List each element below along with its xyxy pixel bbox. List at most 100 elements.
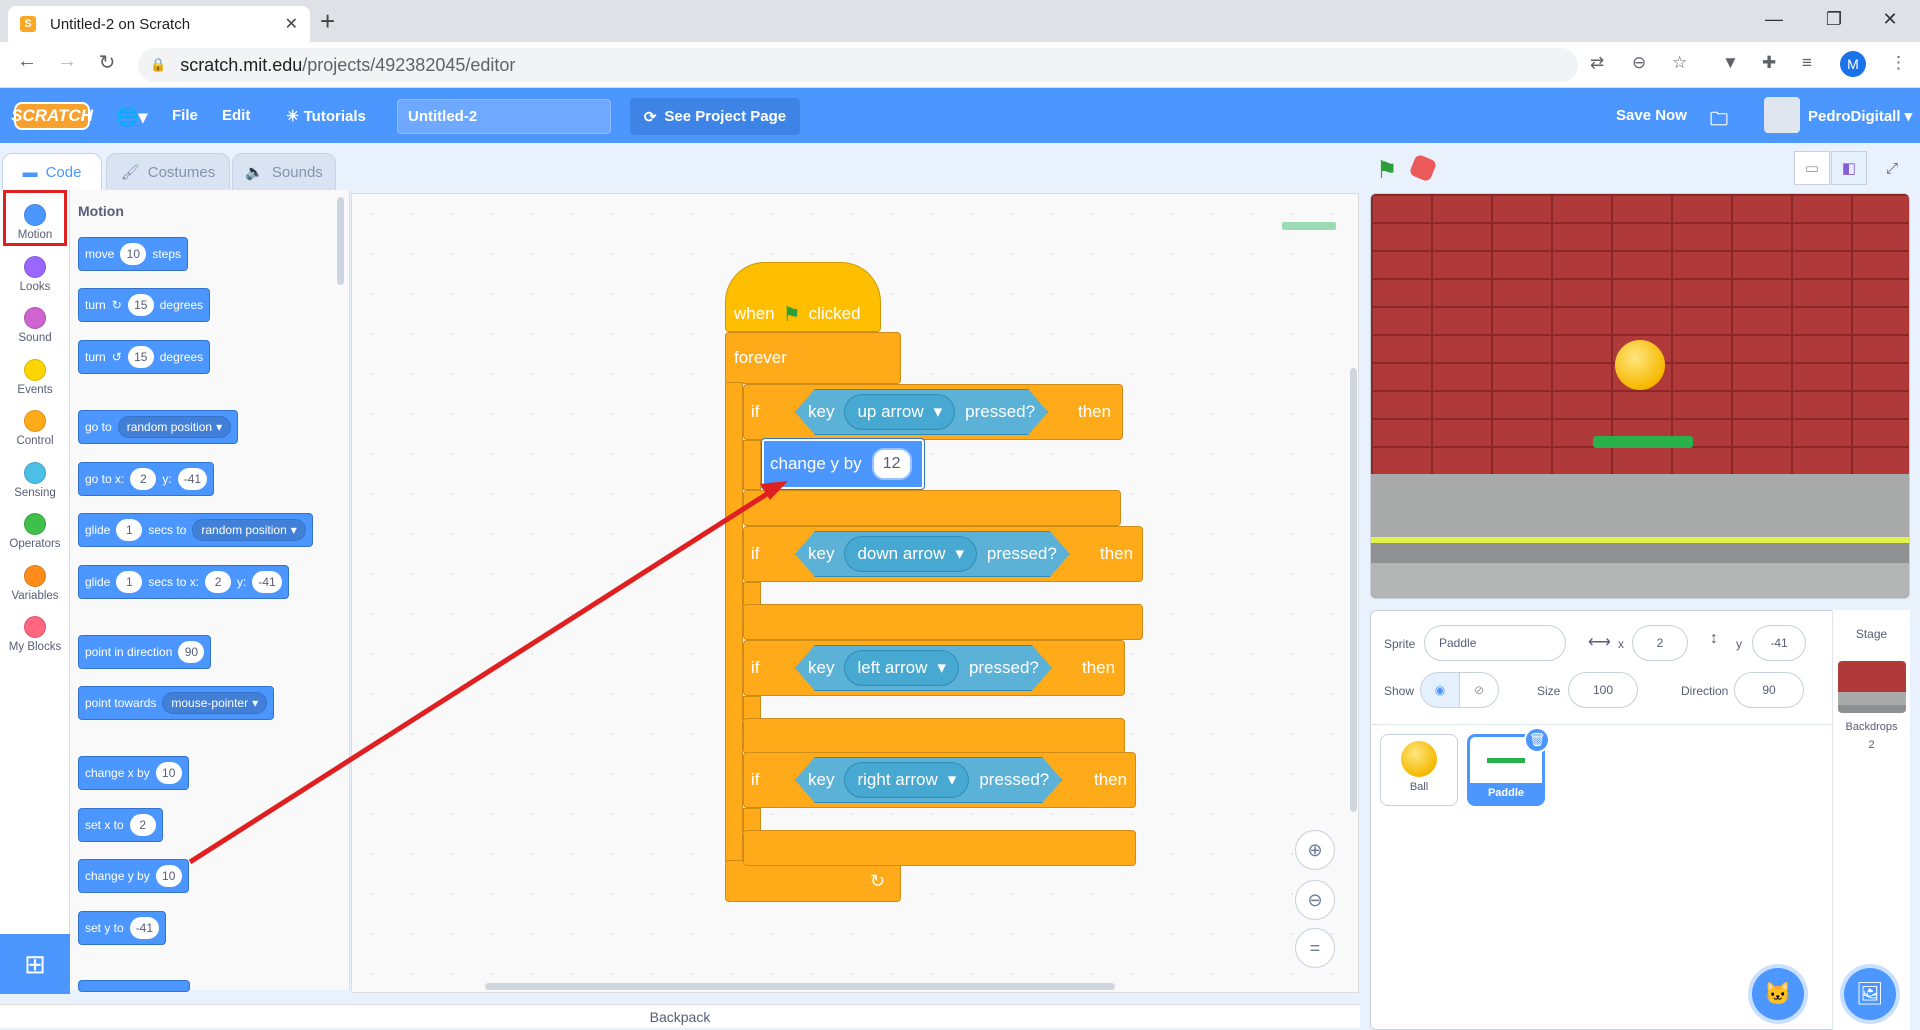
extension-v-icon[interactable]: ▼	[1722, 53, 1739, 73]
stage-selector[interactable]: Stage Backdrops 2	[1832, 610, 1910, 1030]
user-avatar[interactable]	[1764, 97, 1800, 133]
see-project-page-button[interactable]: ⟳ See Project Page	[630, 98, 800, 135]
block-dropdown[interactable]: random position ▾	[192, 519, 306, 541]
key-dropdown[interactable]: down arrow ▾	[844, 536, 976, 572]
delete-sprite-icon[interactable]: 🗑	[1524, 727, 1550, 753]
zoom-icon[interactable]: ⊖	[1632, 53, 1646, 73]
add-backdrop-button[interactable]: 🖼	[1844, 968, 1896, 1020]
category-sound[interactable]: Sound	[0, 301, 70, 351]
partial-block[interactable]	[78, 980, 190, 992]
key-dropdown[interactable]: up arrow ▾	[844, 394, 955, 430]
y-input[interactable]: -41	[1752, 625, 1806, 661]
zoom-out-icon[interactable]: ⊖	[1295, 880, 1335, 920]
category-variables[interactable]: Variables	[0, 559, 70, 609]
project-title-input[interactable]: Untitled-2	[397, 99, 611, 134]
add-extension-button[interactable]: ⊞	[0, 934, 70, 994]
browser-menu-icon[interactable]: ⋮	[1890, 53, 1907, 73]
hide-eye-icon[interactable]: ⊘	[1459, 672, 1499, 708]
turn-right-block[interactable]: turn ↻ 15 degrees	[78, 288, 211, 322]
category-my-blocks[interactable]: My Blocks	[0, 610, 70, 660]
scratch-logo[interactable]: SCRATCH	[11, 102, 93, 130]
category-operators[interactable]: Operators	[0, 507, 70, 557]
key-dropdown[interactable]: left arrow ▾	[844, 650, 958, 686]
show-eye-icon[interactable]: ◉	[1420, 672, 1460, 708]
palette-scrollbar[interactable]	[337, 197, 344, 285]
tab-costumes[interactable]: 🖌 Costumes	[106, 153, 230, 191]
media-queue-icon[interactable]: ≡	[1802, 53, 1812, 73]
point-towards-block[interactable]: point towards mouse-pointer ▾	[78, 686, 275, 720]
set-x-block[interactable]: set x to 2	[78, 808, 163, 842]
close-tab-icon[interactable]: ✕	[285, 14, 298, 34]
stage-canvas[interactable]	[1370, 193, 1910, 599]
turn-left-block[interactable]: turn ↺ 15 degrees	[78, 340, 211, 374]
block-input[interactable]: -41	[252, 571, 282, 593]
glide-xy-block[interactable]: glide 1 secs to x: 2 y: -41	[78, 565, 289, 599]
ball-sprite[interactable]	[1615, 340, 1665, 390]
block-dropdown[interactable]: mouse-pointer ▾	[162, 692, 268, 714]
workspace-vertical-scrollbar[interactable]	[1350, 368, 1357, 812]
set-y-block[interactable]: set y to -41	[78, 911, 167, 945]
key-left-pressed-block[interactable]: key left arrow ▾ pressed?	[795, 645, 1052, 691]
category-sensing[interactable]: Sensing	[0, 456, 70, 506]
my-stuff-folder-icon[interactable]: 🗀	[1710, 107, 1728, 137]
goto-xy-block[interactable]: go to x: 2 y: -41	[78, 462, 215, 496]
category-looks[interactable]: Looks	[0, 250, 70, 300]
backpack-bar[interactable]: Backpack	[0, 1004, 1360, 1028]
language-globe-icon[interactable]: 🌐▾	[116, 107, 147, 128]
key-dropdown[interactable]: right arrow ▾	[844, 762, 969, 798]
category-events[interactable]: Events	[0, 353, 70, 403]
x-input[interactable]: 2	[1632, 625, 1688, 661]
change-y-script-block[interactable]: change y by 12	[761, 438, 925, 490]
tab-code[interactable]: ▬ Code	[2, 153, 102, 191]
change-x-block[interactable]: change x by 10	[78, 756, 189, 790]
browser-tab[interactable]: S Untitled-2 on Scratch ✕	[8, 6, 310, 42]
forward-icon[interactable]: →	[52, 50, 82, 73]
tutorials-button[interactable]: ☀ Tutorials	[286, 107, 366, 125]
block-input[interactable]: 2	[205, 571, 232, 593]
block-input[interactable]: 1	[116, 571, 143, 593]
reload-icon[interactable]: ↻	[92, 50, 122, 75]
url-bar[interactable]: 🔒 scratch.mit.edu/projects/492382045/edi…	[138, 48, 1578, 82]
point-direction-block[interactable]: point in direction 90	[78, 635, 212, 669]
key-up-pressed-block[interactable]: key up arrow ▾ pressed?	[795, 389, 1048, 435]
block-input[interactable]: 15	[127, 346, 154, 368]
block-input[interactable]: 2	[130, 468, 157, 490]
sprite-thumb-ball[interactable]: Ball	[1380, 734, 1458, 806]
block-dropdown[interactable]: random position ▾	[117, 416, 232, 438]
when-flag-clicked-block[interactable]: when ⚑ clicked	[725, 262, 881, 332]
move-steps-block[interactable]: move 10 steps	[78, 237, 189, 271]
save-now-button[interactable]: Save Now	[1616, 107, 1687, 124]
change-y-block[interactable]: change y by 10	[78, 859, 189, 893]
workspace-horizontal-scrollbar[interactable]	[485, 983, 1115, 990]
block-input[interactable]: 1	[116, 519, 143, 541]
block-input[interactable]: 2	[129, 814, 156, 836]
new-tab-icon[interactable]: +	[320, 6, 335, 36]
zoom-in-icon[interactable]: ⊕	[1295, 830, 1335, 870]
edit-menu[interactable]: Edit	[222, 107, 250, 124]
extensions-puzzle-icon[interactable]: ✚	[1762, 53, 1776, 73]
direction-input[interactable]: 90	[1734, 672, 1804, 708]
key-down-pressed-block[interactable]: key down arrow ▾ pressed?	[795, 531, 1070, 577]
forever-block[interactable]: forever	[725, 332, 901, 384]
large-stage-icon[interactable]: ◧	[1831, 151, 1867, 185]
block-input[interactable]: -41	[177, 468, 208, 490]
goto-random-block[interactable]: go to random position ▾	[78, 410, 239, 444]
key-right-pressed-block[interactable]: key right arrow ▾ pressed?	[795, 757, 1062, 803]
change-y-value[interactable]: 12	[871, 448, 912, 480]
fullscreen-icon[interactable]: ⤢	[1874, 151, 1910, 185]
block-input[interactable]: 90	[178, 641, 205, 663]
block-input[interactable]: 10	[155, 865, 182, 887]
category-control[interactable]: Control	[0, 404, 70, 454]
bookmark-star-icon[interactable]: ☆	[1672, 53, 1687, 73]
add-sprite-button[interactable]: 🐱	[1752, 968, 1804, 1020]
username-menu[interactable]: PedroDigitall ▾	[1808, 107, 1912, 125]
paddle-sprite[interactable]	[1593, 436, 1693, 448]
back-icon[interactable]: ←	[12, 50, 42, 73]
file-menu[interactable]: File	[172, 107, 198, 124]
size-input[interactable]: 100	[1568, 672, 1638, 708]
glide-random-block[interactable]: glide 1 secs to random position ▾	[78, 513, 313, 547]
stop-icon[interactable]	[1408, 153, 1438, 183]
tab-sounds[interactable]: 🔈 Sounds	[232, 153, 336, 191]
profile-avatar[interactable]: M	[1840, 51, 1866, 77]
block-input[interactable]: 15	[127, 294, 154, 316]
